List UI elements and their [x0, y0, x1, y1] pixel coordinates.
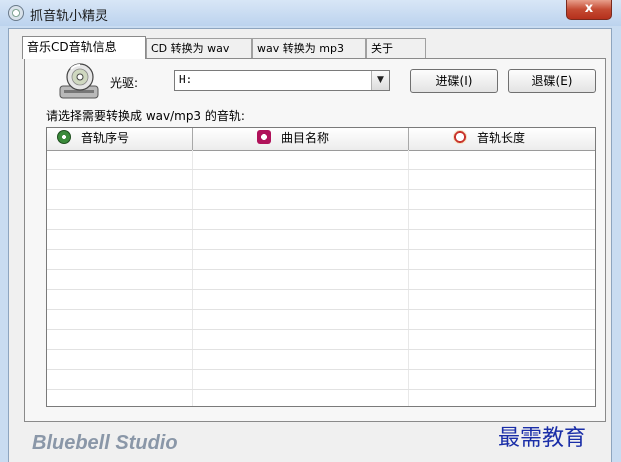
- table-row: [47, 270, 595, 290]
- column-track-number[interactable]: 音轨序号: [47, 128, 193, 150]
- chevron-down-icon[interactable]: ▼: [371, 71, 389, 90]
- table-row: [47, 290, 595, 310]
- table-row: [47, 150, 595, 170]
- watermark-text: 最需教育: [498, 426, 587, 451]
- load-disc-button[interactable]: 进碟(I): [410, 69, 498, 93]
- cd-drive-icon: [59, 63, 99, 99]
- table-row: [47, 330, 595, 350]
- eject-disc-button[interactable]: 退碟(E): [508, 69, 596, 93]
- window-title: 抓音轨小精灵: [30, 9, 109, 24]
- table-row: [47, 190, 595, 210]
- track-instruction: 请选择需要转换成 wav/mp3 的音轨:: [46, 109, 245, 123]
- column-track-number-label: 音轨序号: [81, 131, 130, 145]
- title-bar[interactable]: 抓音轨小精灵 x: [0, 0, 621, 26]
- tab-wav-to-mp3[interactable]: wav 转换为 mp3: [252, 38, 366, 58]
- table-row: [47, 210, 595, 230]
- cd-app-icon: [8, 5, 24, 21]
- track-list-header: 音轨序号 曲目名称 音轨长度: [47, 128, 595, 151]
- track-list[interactable]: 音轨序号 曲目名称 音轨长度: [46, 127, 596, 407]
- tab-about[interactable]: 关于: [366, 38, 426, 58]
- table-row: [47, 250, 595, 270]
- column-track-length[interactable]: 音轨长度: [409, 128, 595, 150]
- table-row: [47, 170, 595, 190]
- table-row: [47, 390, 595, 406]
- tab-cd-to-wav[interactable]: CD 转换为 wav: [146, 38, 252, 58]
- table-row: [47, 350, 595, 370]
- column-track-title[interactable]: 曲目名称: [193, 128, 409, 150]
- drive-select[interactable]: H: ▼: [174, 70, 390, 91]
- clock-icon: [453, 130, 467, 144]
- footer-brand: Bluebell Studio: [32, 432, 178, 454]
- table-row: [47, 370, 595, 390]
- table-row: [47, 230, 595, 250]
- column-track-length-label: 音轨长度: [477, 131, 526, 145]
- cd-note-icon: [57, 130, 71, 144]
- close-button[interactable]: x: [566, 0, 612, 20]
- music-box-icon: [257, 130, 271, 144]
- drive-label: 光驱:: [110, 76, 139, 90]
- table-row: [47, 310, 595, 330]
- drive-select-value: H:: [179, 73, 193, 86]
- column-track-title-label: 曲目名称: [281, 131, 330, 145]
- tab-cd-track-info[interactable]: 音乐CD音轨信息: [22, 36, 146, 59]
- app-window: 抓音轨小精灵 x 音乐CD音轨信息 CD 转换为 wav wav 转换为 mp3…: [0, 0, 621, 462]
